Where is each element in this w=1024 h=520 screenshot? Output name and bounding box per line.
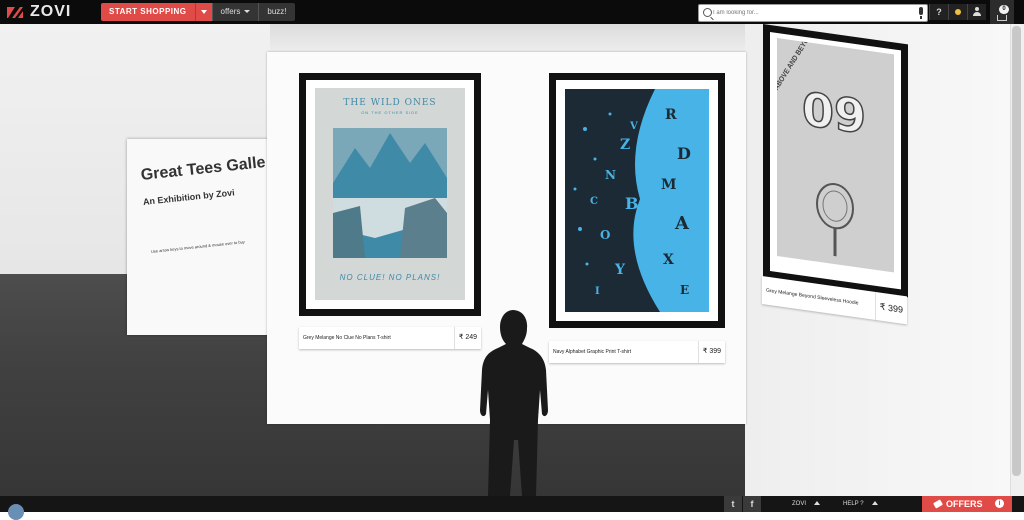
lightbulb-icon [955,9,961,15]
help-footer-menu[interactable]: HELP ? [843,496,878,512]
facebook-button[interactable]: f [743,496,761,512]
visitor-silhouette [480,310,548,496]
info-icon: i [995,499,1004,508]
cart-count-badge: 0 [999,5,1009,14]
search-box [698,4,928,22]
help-button[interactable]: ? [929,4,948,20]
gallery-hint: Use arrow keys to move around & mouse ov… [150,239,246,254]
product-frame-3[interactable]: ABOVE AND BEYOND 09 [763,24,908,298]
zovi-logo[interactable]: ZOVI [6,3,71,21]
product-1-art-title: THE WILD ONES [343,98,437,108]
tag-icon [933,499,943,509]
chevron-up-icon [814,501,821,506]
search-input[interactable] [713,6,909,19]
product-3-artwork: ABOVE AND BEYOND 09 [777,37,894,273]
svg-text:A: A [674,213,690,234]
zovi-footer-label: ZOVI [792,501,807,507]
product-2-name: Navy Alphabet Graphic Print T-shirt [553,349,631,355]
svg-text:I: I [595,286,600,297]
svg-text:R: R [665,107,677,123]
search-icon[interactable] [703,8,712,17]
product-1-art-caption: NO CLUE! NO PLANS! [339,273,441,282]
product-1-artwork: THE WILD ONES ON THE OTHER SIDE NO CLUE!… [315,88,465,300]
offers-menu-label: offers [220,7,241,16]
svg-text:V: V [629,121,638,132]
ideas-button[interactable] [948,4,967,20]
svg-text:E: E [680,283,689,297]
cart-icon [997,15,1007,21]
twitter-icon: t [731,499,735,509]
help-icon: ? [936,7,942,17]
gallery-title: Great Tees Galle [140,153,267,184]
svg-text:X: X [663,252,674,268]
gallery-intro-panel: Great Tees Galle An Exhibition by Zovi U… [127,139,272,335]
product-3-name: Grey Melange Beyond Sleeveless Hoodie [766,287,859,307]
offers-footer-label: OFFERS [946,499,983,509]
product-label-2[interactable]: Navy Alphabet Graphic Print T-shirt ₹ 39… [549,341,725,363]
start-shopping-dropdown-icon[interactable] [194,3,212,21]
svg-text:M: M [661,177,677,193]
gallery-subtitle: An Exhibition by Zovi [142,187,236,207]
svg-text:Y: Y [614,262,626,278]
top-bar: ZOVI START SHOPPING offers buzz! ? [0,0,1024,24]
chevron-up-icon [871,501,878,506]
product-2-price: ₹ 399 [697,341,725,363]
offers-footer-button[interactable]: OFFERS i [922,496,1012,512]
microphone-icon[interactable] [919,7,923,19]
buzz-button[interactable]: buzz! [258,3,295,21]
svg-text:Z: Z [620,137,630,153]
scrollbar-thumb[interactable] [1012,26,1021,476]
account-button[interactable] [967,4,986,20]
offers-menu[interactable]: offers [211,3,259,21]
svg-text:C: C [590,196,598,207]
chat-icon[interactable] [8,504,24,520]
product-1-price: ₹ 249 [453,327,481,349]
product-2-artwork: Z N B O Y I V C R D M A X E [565,89,709,312]
bottom-bar: t f ZOVI HELP ? OFFERS i [0,496,1024,520]
zovi-logo-text: ZOVI [30,3,72,20]
twitter-button[interactable]: t [724,496,742,512]
zovi-footer-menu[interactable]: ZOVI [792,496,821,512]
product-3-price: ₹ 399 [874,291,907,325]
svg-text:O: O [600,228,610,242]
user-icon [973,7,981,16]
product-1-art-subtitle: ON THE OTHER SIDE [361,110,419,115]
svg-text:N: N [605,168,616,182]
product-frame-1[interactable]: THE WILD ONES ON THE OTHER SIDE NO CLUE!… [299,73,481,316]
product-frame-2[interactable]: Z N B O Y I V C R D M A X E [549,73,725,328]
product-1-name: Grey Melange No Clue No Plans T-shirt [303,335,391,341]
facebook-icon: f [750,499,754,509]
chevron-down-icon [244,10,251,14]
zovi-logo-icon [6,3,24,21]
svg-text:B: B [625,194,639,213]
help-footer-label: HELP ? [843,501,864,507]
product-label-1[interactable]: Grey Melange No Clue No Plans T-shirt ₹ … [299,327,481,349]
start-shopping-button[interactable]: START SHOPPING [101,3,195,21]
main-nav: START SHOPPING offers buzz! [101,3,295,21]
svg-text:D: D [677,144,691,163]
